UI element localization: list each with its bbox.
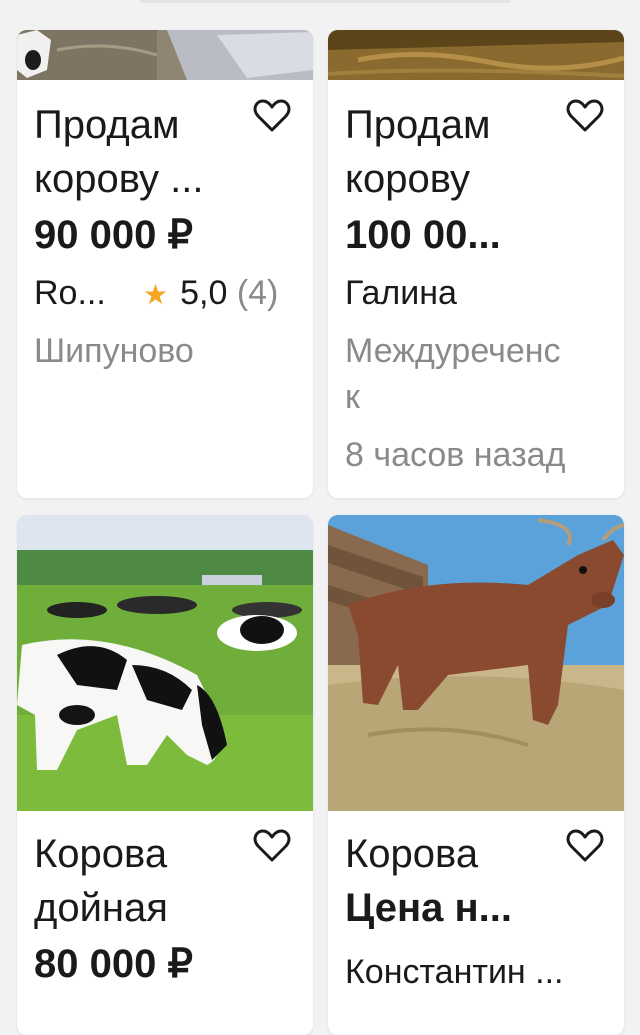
title-line: Продам — [345, 103, 491, 147]
title-line: Корова — [345, 832, 479, 876]
top-bar-edge — [140, 0, 510, 3]
listing-photo[interactable] — [328, 30, 624, 80]
title-line: Корова — [34, 832, 168, 876]
seller-rating: ★ 5,0 (4) — [143, 272, 278, 316]
favorite-heart-icon[interactable] — [253, 98, 291, 134]
title-line: корову — [345, 157, 471, 201]
title-line: Цена н... — [345, 886, 512, 930]
star-icon: ★ — [143, 279, 169, 310]
location-line: Междуреченс — [345, 332, 561, 370]
listing-card-1[interactable]: Продам корову ... 90 000 ₽ Ro... ★ 5,0 (4… — [17, 30, 313, 498]
listing-location: Шипуново — [34, 328, 304, 374]
seller-name: Галина — [345, 274, 457, 312]
listing-price: 100 00... — [345, 213, 501, 257]
rating-count: (4) — [236, 274, 279, 312]
title-line: дойная — [34, 886, 168, 930]
listing-title[interactable]: Корова дойная — [34, 827, 249, 935]
listing-photo[interactable] — [17, 30, 313, 80]
listing-photo[interactable] — [328, 515, 624, 811]
seller-name: Константин ... — [345, 953, 564, 991]
listing-card-3[interactable]: Корова дойная 80 000 ₽ — [17, 515, 313, 1035]
listing-card-2[interactable]: Продам корову 100 00... Галина Междурече… — [328, 30, 624, 498]
location-line: Шипуново — [34, 332, 194, 370]
listing-title[interactable]: Продам корову — [345, 98, 560, 206]
seller-name: Ro... — [34, 274, 106, 312]
favorite-heart-icon[interactable] — [566, 98, 604, 134]
rating-value: 5,0 — [180, 274, 228, 312]
listing-photo[interactable] — [17, 515, 313, 811]
location-line: к — [345, 378, 360, 416]
listing-title[interactable]: Корова Цена н... — [345, 827, 560, 935]
favorite-heart-icon[interactable] — [253, 828, 291, 864]
listing-price: 90 000 ₽ — [34, 213, 193, 257]
listing-card-4[interactable]: Корова Цена н... Константин ... — [328, 515, 624, 1035]
title-line: корову ... — [34, 157, 204, 201]
listing-location: Междуреченс к — [345, 328, 615, 420]
listing-title[interactable]: Продам корову ... — [34, 98, 249, 206]
listing-time: 8 часов назад — [345, 436, 566, 474]
title-line: Продам — [34, 103, 180, 147]
favorite-heart-icon[interactable] — [566, 828, 604, 864]
listing-price: 80 000 ₽ — [34, 942, 193, 986]
